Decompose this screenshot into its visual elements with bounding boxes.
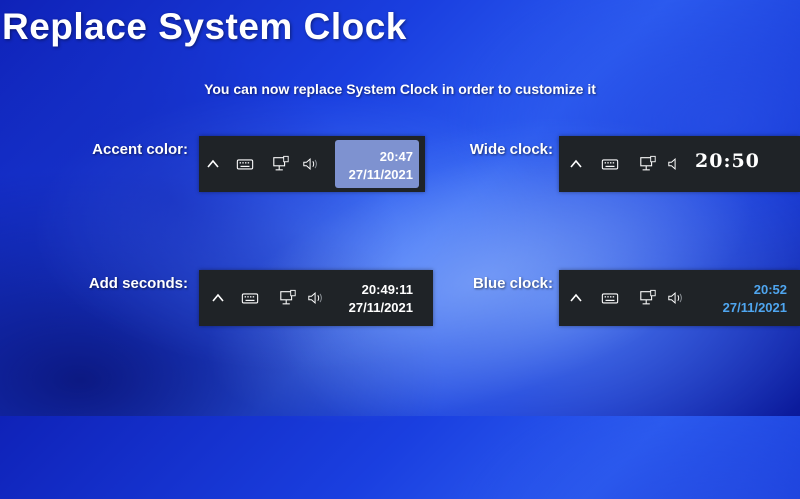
- chevron-up-icon[interactable]: [204, 155, 222, 173]
- page-subtitle: You can now replace System Clock in orde…: [204, 81, 596, 97]
- clock-date: 27/11/2021: [348, 300, 413, 315]
- network-icon[interactable]: [639, 155, 657, 173]
- keyboard-icon[interactable]: [241, 289, 259, 307]
- network-icon[interactable]: [272, 155, 290, 173]
- wide-clock-label: Wide clock:: [469, 141, 553, 158]
- clock-time: 20:49:11: [361, 282, 413, 297]
- clock-time: 20:52: [753, 282, 787, 297]
- blue-clock-label: Blue clock:: [472, 275, 553, 292]
- clock-blue[interactable]: 20:52 27/11/2021: [709, 281, 787, 321]
- chevron-up-icon[interactable]: [567, 155, 585, 173]
- accent-color-label: Accent color:: [92, 141, 188, 158]
- network-icon[interactable]: [639, 289, 657, 307]
- taskbar-tray-wide: 20:50: [559, 136, 800, 192]
- volume-icon[interactable]: [667, 289, 685, 307]
- chevron-up-icon[interactable]: [567, 289, 585, 307]
- taskbar-tray-seconds: 20:49:11 27/11/2021: [199, 270, 433, 326]
- add-seconds-label: Add seconds:: [88, 275, 188, 292]
- taskbar-tray-blue: 20:52 27/11/2021: [559, 270, 800, 326]
- chevron-up-icon[interactable]: [209, 289, 227, 307]
- clock-seconds[interactable]: 20:49:11 27/11/2021: [335, 281, 413, 321]
- clock-time: 20:47: [379, 149, 413, 164]
- keyboard-icon[interactable]: [236, 155, 254, 173]
- page-title: Replace System Clock: [2, 6, 407, 47]
- volume-icon[interactable]: [307, 289, 325, 307]
- clock-wide[interactable]: 20:50: [695, 150, 760, 172]
- taskbar-tray-accent: 20:47 27/11/2021: [199, 136, 425, 192]
- clock-accent[interactable]: 20:47 27/11/2021: [335, 148, 413, 188]
- clock-date: 27/11/2021: [722, 300, 787, 315]
- volume-icon[interactable]: [667, 155, 685, 173]
- keyboard-icon[interactable]: [601, 155, 619, 173]
- keyboard-icon[interactable]: [601, 289, 619, 307]
- volume-icon[interactable]: [302, 155, 320, 173]
- network-icon[interactable]: [279, 289, 297, 307]
- clock-date: 27/11/2021: [348, 167, 413, 182]
